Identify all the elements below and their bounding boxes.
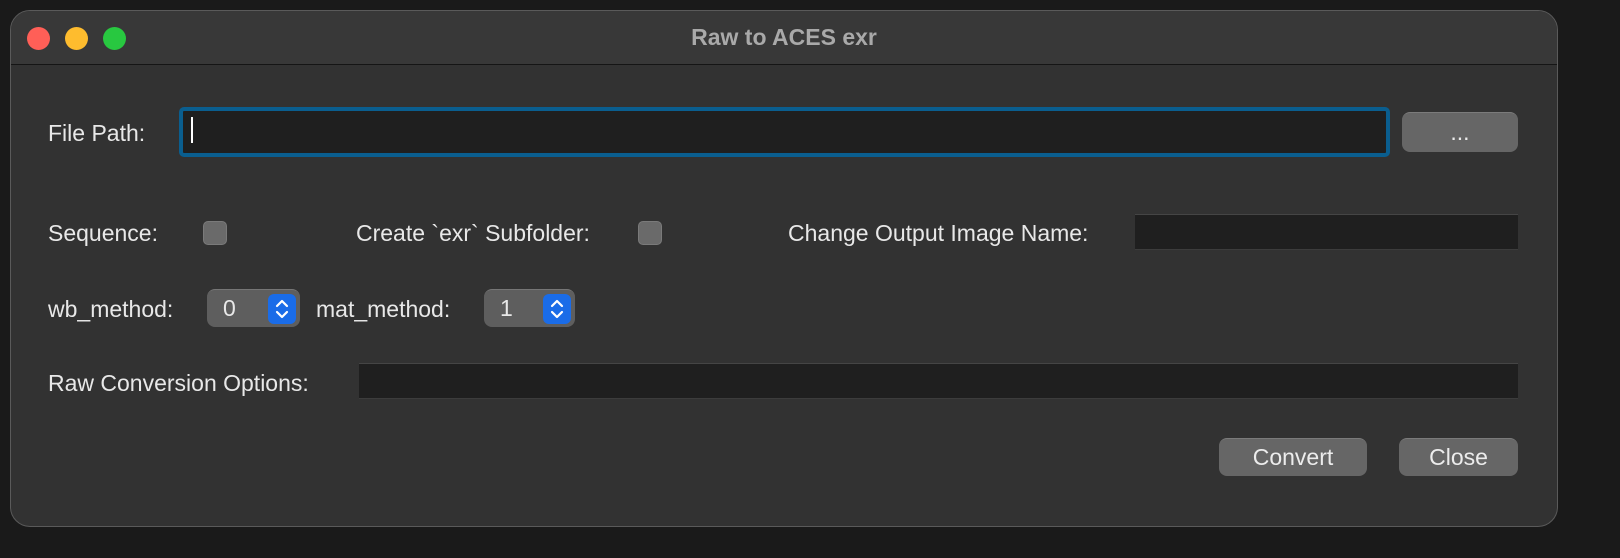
output-name-label: Change Output Image Name:	[788, 220, 1089, 246]
raw-options-label: Raw Conversion Options:	[48, 370, 309, 396]
close-button[interactable]: Close	[1399, 438, 1518, 476]
subfolder-label: Create `exr` Subfolder:	[356, 220, 590, 246]
subfolder-checkbox[interactable]	[638, 221, 662, 245]
browse-button[interactable]: ...	[1402, 112, 1518, 152]
raw-options-input[interactable]	[359, 363, 1518, 399]
sequence-label: Sequence:	[48, 220, 158, 246]
stepper-arrows-icon[interactable]	[268, 294, 296, 324]
file-path-label: File Path:	[48, 120, 146, 146]
text-caret	[191, 117, 193, 143]
title-bar[interactable]: Raw to ACES exr	[11, 11, 1557, 65]
dialog-window: Raw to ACES exr File Path: ... Sequence:…	[10, 10, 1558, 527]
stepper-arrows-icon[interactable]	[543, 294, 571, 324]
output-name-input[interactable]	[1135, 214, 1518, 250]
convert-button[interactable]: Convert	[1219, 438, 1367, 476]
mat-method-label: mat_method:	[316, 296, 451, 322]
window-title: Raw to ACES exr	[691, 24, 877, 50]
file-path-input[interactable]	[179, 107, 1390, 157]
mat-method-value: 1	[500, 295, 513, 321]
wb-method-value: 0	[223, 295, 236, 321]
sequence-checkbox[interactable]	[203, 221, 227, 245]
wb-method-stepper[interactable]: 0	[207, 289, 300, 327]
mat-method-stepper[interactable]: 1	[484, 289, 575, 327]
wb-method-label: wb_method:	[48, 296, 174, 322]
